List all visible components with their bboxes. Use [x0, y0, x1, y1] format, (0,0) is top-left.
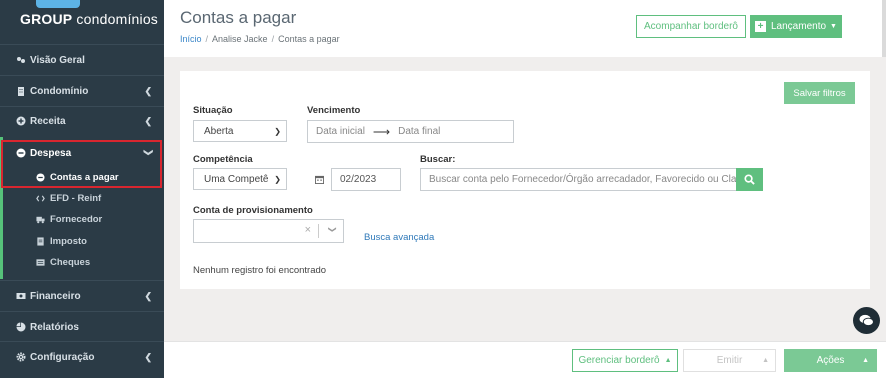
empty-state-text: Nenhum registro foi encontrado	[193, 265, 327, 276]
caret-up-icon: ▲	[664, 357, 672, 364]
sidebar-item-despesa[interactable]: Despesa ❮	[0, 138, 164, 168]
building-icon	[18, 87, 24, 96]
calendar-icon[interactable]	[310, 168, 328, 190]
gear-icon	[16, 352, 26, 362]
sidebar-subitem-imposto[interactable]: Imposto	[0, 231, 164, 252]
logo-mark	[36, 0, 80, 8]
sidebar-item-financeiro[interactable]: Financeiro ❮	[0, 281, 164, 311]
buscar-label: Buscar:	[420, 154, 456, 165]
filters-card: Salvar filtros Situação Aberta ❯ Vencime…	[180, 71, 870, 289]
chevron-left-icon: ❮	[144, 116, 152, 126]
sidebar-item-receita[interactable]: Receita ❮	[0, 106, 164, 136]
chevron-left-icon: ❮	[144, 291, 152, 301]
chevron-down-icon: ❯	[274, 127, 281, 136]
competencia-date-input[interactable]: 02/2023	[331, 168, 401, 191]
clear-icon[interactable]: ×	[305, 224, 311, 236]
search-icon	[744, 174, 755, 185]
dashboard-icon	[17, 57, 25, 63]
save-filters-button[interactable]: Salvar filtros	[784, 82, 855, 104]
truck-icon	[36, 216, 45, 224]
situacao-label: Situação	[193, 105, 233, 116]
sidebar-item-visao-geral[interactable]: Visão Geral	[0, 45, 164, 75]
situacao-select[interactable]: Aberta ❯	[193, 120, 287, 142]
plus-circle-icon	[16, 116, 26, 126]
list-icon	[36, 259, 45, 266]
file-icon	[37, 237, 44, 246]
sidebar-item-configuracao[interactable]: Configuração ❮	[0, 342, 164, 372]
arrow-right-icon: ⟶	[372, 124, 391, 139]
competencia-label: Competência	[193, 154, 253, 165]
breadcrumb-current: Contas a pagar	[278, 34, 340, 44]
breadcrumb: Início / Analise Jacke / Contas a pagar	[180, 34, 340, 44]
sidebar: GROUP condomínios Visão Geral Condomínio…	[0, 0, 164, 378]
chevron-left-icon: ❮	[144, 352, 152, 362]
caret-up-icon: ▲	[762, 357, 769, 364]
code-icon	[36, 195, 45, 202]
vencimento-range-input[interactable]: Data inicial ⟶ Data final	[307, 120, 514, 143]
caret-down-icon: ▼	[830, 23, 837, 30]
minus-circle-icon	[16, 148, 26, 158]
chevron-down-icon: ❯	[274, 175, 281, 184]
chevron-down-icon: ❮	[142, 148, 153, 157]
brand-logo[interactable]: GROUP condomínios	[20, 11, 158, 27]
caret-up-icon: ▲	[862, 357, 869, 364]
gerenciar-bordero-button[interactable]: Gerenciar borderô ▲	[572, 349, 678, 372]
busca-avancada-link[interactable]: Busca avançada	[364, 232, 434, 243]
chevron-left-icon: ❮	[144, 86, 152, 96]
search-button[interactable]	[736, 168, 763, 191]
page-title: Contas a pagar	[180, 8, 297, 27]
pie-chart-icon	[16, 322, 26, 332]
sidebar-subitem-efd-reinf[interactable]: EFD - Reinf	[0, 188, 164, 209]
lancamento-dropdown-button[interactable]: + Lançamento ▼	[750, 15, 842, 38]
page-header: Contas a pagar Início / Analise Jacke / Cont…	[164, 0, 886, 57]
sidebar-item-relatorios[interactable]: Relatórios	[0, 312, 164, 342]
sidebar-subitem-fornecedor[interactable]: Fornecedor	[0, 209, 164, 230]
search-input[interactable]: Buscar conta pelo Fornecedor/Órgão arrec…	[420, 168, 737, 191]
chat-icon	[859, 314, 874, 327]
sidebar-item-condominio[interactable]: Condomínio ❮	[0, 76, 164, 106]
emitir-button[interactable]: Emitir ▲	[683, 349, 776, 372]
breadcrumb-item: Analise Jacke	[212, 34, 268, 44]
sidebar-subitem-contas-a-pagar[interactable]: Contas a pagar	[0, 167, 164, 188]
acoes-button[interactable]: Ações ▲	[784, 349, 877, 372]
bank-icon	[16, 293, 26, 299]
competencia-select[interactable]: Uma Competê ❯	[193, 168, 287, 190]
vencimento-label: Vencimento	[307, 105, 361, 116]
data-final-field[interactable]: Data final	[398, 126, 440, 137]
conta-provisionamento-label: Conta de provisionamento	[193, 205, 313, 216]
plus-icon: +	[755, 21, 766, 32]
scrollbar[interactable]	[882, 0, 886, 57]
divider	[318, 224, 319, 238]
data-inicial-field[interactable]: Data inicial	[316, 126, 365, 137]
actions-footer: Gerenciar borderô ▲ Emitir ▲ Ações ▲	[164, 341, 886, 378]
breadcrumb-home[interactable]: Início	[180, 34, 202, 44]
conta-provisionamento-select[interactable]: × ❯	[193, 219, 344, 243]
chat-button[interactable]	[853, 307, 880, 334]
sidebar-subitem-cheques[interactable]: Cheques	[0, 252, 164, 273]
acompanhar-bordero-button[interactable]: Acompanhar borderô	[636, 15, 746, 38]
minus-circle-icon	[36, 173, 45, 182]
chevron-down-icon: ❯	[328, 226, 338, 233]
